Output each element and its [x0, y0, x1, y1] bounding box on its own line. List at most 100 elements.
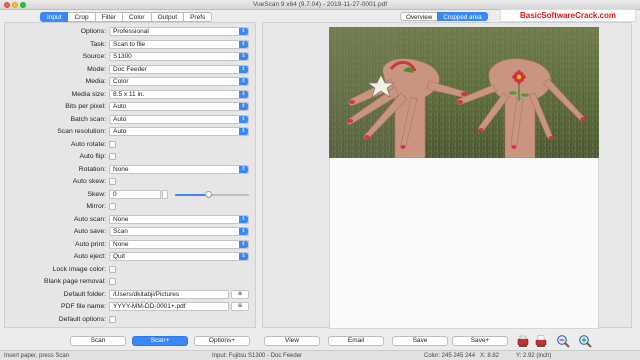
tab-filter[interactable]: Filter	[95, 12, 124, 22]
row-task: Task: Scan to file ⇕	[5, 39, 257, 50]
options-select[interactable]: Professional ⇕	[109, 27, 249, 36]
scanner-print-icon[interactable]	[534, 334, 548, 348]
status-input: Input: Fujitsu S1300 - Doc Feeder	[212, 352, 303, 359]
view-button[interactable]: View	[264, 336, 320, 346]
default-folder-label: Default folder:	[63, 290, 106, 298]
tab-prefs[interactable]: Prefs	[184, 12, 213, 22]
vuescan-window: VueScan 9 x64 (9.7.04) - 2019-11-27-0001…	[0, 0, 640, 360]
chevron-updown-icon: ⇕	[239, 128, 248, 135]
skew-stepper[interactable]	[162, 189, 168, 199]
media-size-select[interactable]: 8.5 x 11 in. ⇕	[109, 89, 249, 99]
scan-resolution-label: Scan resolution:	[57, 128, 106, 135]
default-folder-field[interactable]: /Users/dkitabji/Pictures	[109, 289, 229, 299]
settings-tabs: Input Crop Filter Color Output Prefs	[40, 12, 213, 22]
status-y: Y: 2.92 (inch)	[516, 352, 552, 359]
auto-print-select[interactable]: None ⇕	[109, 239, 249, 249]
skew-slider-fill	[175, 193, 209, 196]
save-plus-button[interactable]: Save+	[452, 336, 508, 346]
blank-page-removal-label: Blank page removal:	[44, 278, 106, 285]
rotation-select[interactable]: None ⇕	[109, 164, 249, 174]
tab-input[interactable]: Input	[40, 12, 69, 22]
source-label: Source:	[82, 53, 106, 60]
save-button[interactable]: Save	[392, 336, 448, 346]
bits-per-pixel-select[interactable]: Auto ⇕	[109, 102, 249, 111]
row-auto-flip: Auto flip:	[5, 152, 257, 162]
media-size-value: 8.5 x 11 in.	[113, 90, 145, 98]
auto-scan-select[interactable]: None ⇕	[109, 214, 249, 224]
hands-photo-image	[329, 27, 599, 158]
row-source: Source: S1300 ⇕	[5, 52, 257, 62]
row-auto-save: Auto save: Scan ⇕	[5, 227, 257, 237]
task-label: Task:	[90, 40, 106, 48]
auto-scan-label: Auto scan:	[73, 215, 106, 223]
source-value: S1300	[113, 53, 132, 60]
chevron-updown-icon: ⇕	[239, 240, 248, 248]
email-button[interactable]: Email	[328, 336, 384, 346]
pdf-file-name-field[interactable]: YYYY-MM-DD-0001+.pdf	[109, 302, 229, 311]
skew-slider[interactable]	[175, 190, 249, 198]
bits-per-pixel-label: Bits per pixel:	[65, 103, 106, 110]
media-value: Color	[113, 78, 129, 85]
auto-eject-value: Quit	[113, 253, 125, 260]
scan-button[interactable]: Scan	[70, 336, 126, 346]
row-default-folder: Default folder: /Users/dkitabji/Pictures…	[5, 289, 257, 300]
auto-skew-label: Auto skew:	[72, 178, 106, 185]
rotation-value: None	[113, 165, 129, 173]
scanned-photo-hands	[329, 27, 599, 158]
default-folder-browse-button[interactable]: ⊕	[231, 289, 249, 299]
tab-cropped-area[interactable]: Cropped area	[437, 12, 488, 21]
auto-save-select[interactable]: Scan ⇕	[109, 227, 249, 236]
scan-resolution-select[interactable]: Auto ⇕	[109, 127, 249, 136]
auto-skew-checkbox[interactable]	[109, 178, 116, 185]
auto-save-label: Auto save:	[73, 228, 106, 235]
batch-scan-select[interactable]: Auto ⇕	[109, 114, 249, 124]
mirror-label: Mirror:	[86, 203, 106, 210]
auto-rotate-checkbox[interactable]	[109, 140, 116, 148]
scan-plus-button[interactable]: Scan+	[132, 336, 188, 346]
media-label: Media:	[85, 78, 106, 85]
auto-eject-select[interactable]: Quit ⇕	[109, 252, 249, 261]
batch-scan-label: Batch scan:	[70, 115, 106, 123]
chevron-updown-icon: ⇕	[239, 40, 248, 48]
row-mode: Mode: Doc Feeder ⇕	[5, 64, 257, 75]
media-select[interactable]: Color ⇕	[109, 77, 249, 86]
tab-color[interactable]: Color	[123, 12, 152, 22]
scanner-red-icon[interactable]	[516, 334, 530, 348]
auto-print-value: None	[113, 240, 129, 248]
auto-flip-checkbox[interactable]	[109, 153, 116, 160]
skew-slider-knob[interactable]	[204, 190, 212, 198]
task-select[interactable]: Scan to file ⇕	[109, 39, 249, 49]
chevron-updown-icon: ⇕	[239, 253, 248, 260]
zoom-in-icon[interactable]	[578, 334, 592, 348]
tab-crop[interactable]: Crop	[68, 12, 96, 22]
source-select[interactable]: S1300 ⇕	[109, 52, 249, 61]
row-skew: Skew: 0	[5, 189, 257, 200]
lock-image-color-checkbox[interactable]	[109, 265, 116, 273]
row-bits-per-pixel: Bits per pixel: Auto ⇕	[5, 102, 257, 112]
row-pdf-file-name: PDF file name: YYYY-MM-DD-0001+.pdf ⊕	[5, 302, 257, 312]
row-auto-skew: Auto skew:	[5, 177, 257, 187]
skew-input[interactable]: 0	[109, 189, 161, 199]
options-label: Options:	[80, 28, 106, 35]
default-options-checkbox[interactable]	[109, 315, 116, 323]
row-scan-resolution: Scan resolution: Auto ⇕	[5, 127, 257, 137]
tab-overview[interactable]: Overview	[400, 12, 438, 21]
window-title: VueScan 9 x64 (9.7.04) - 2019-11-27-0001…	[252, 1, 388, 8]
skew-label: Skew:	[87, 190, 106, 198]
tab-output[interactable]: Output	[151, 12, 185, 22]
mode-label: Mode:	[87, 65, 106, 73]
mode-select[interactable]: Doc Feeder ⇕	[109, 64, 249, 74]
options-plus-button[interactable]: Options+	[194, 336, 250, 346]
row-auto-scan: Auto scan: None ⇕	[5, 214, 257, 225]
row-rotation: Rotation: None ⇕	[5, 164, 257, 175]
default-options-label: Default options:	[58, 315, 106, 323]
row-auto-print: Auto print: None ⇕	[5, 239, 257, 250]
batch-scan-value: Auto	[113, 115, 127, 123]
zoom-out-icon[interactable]	[556, 334, 570, 348]
status-bar: Insert paper, press Scan Input: Fujitsu …	[0, 350, 640, 360]
pdf-file-name-button[interactable]: ⊕	[231, 302, 249, 311]
auto-flip-label: Auto flip:	[79, 153, 106, 160]
mirror-checkbox[interactable]	[109, 203, 116, 210]
view-tabs: Overview Cropped area	[400, 12, 488, 21]
blank-page-removal-checkbox[interactable]	[109, 278, 116, 285]
